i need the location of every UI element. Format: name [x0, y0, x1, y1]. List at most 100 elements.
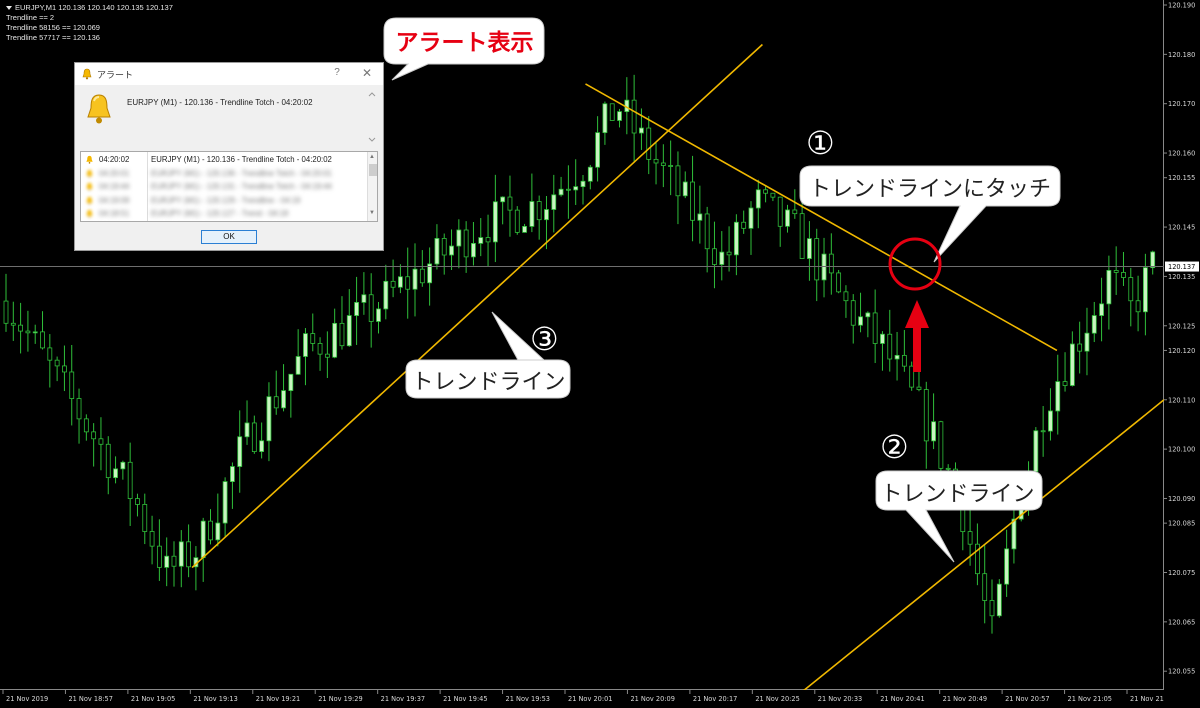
scroll-up-icon[interactable]: ▲: [369, 154, 375, 160]
candle: [332, 308, 338, 359]
candle: [251, 415, 257, 454]
candle: [916, 358, 922, 392]
candle: [105, 436, 111, 495]
x-tick-label: 21 Nov 19:13: [193, 695, 237, 703]
candle: [551, 174, 557, 233]
ok-button[interactable]: OK: [201, 230, 257, 244]
candle: [376, 301, 381, 334]
alert-row-time: 04:19:44: [99, 182, 130, 191]
candle: [763, 186, 768, 203]
candle: [273, 370, 279, 415]
candle: [770, 192, 776, 202]
candle: [449, 229, 454, 271]
candle: [398, 264, 403, 294]
candle: [777, 196, 783, 247]
alert-titlebar[interactable]: アラート ? ✕: [75, 63, 383, 85]
alert-list-row[interactable]: 04:20:01 EURJPY (M1) - 120.136 - Trendlin…: [81, 167, 367, 180]
candle: [653, 142, 659, 185]
bell-icon: [86, 196, 93, 205]
candle: [828, 233, 834, 295]
candle: [113, 456, 118, 484]
candle: [390, 259, 396, 298]
help-button[interactable]: ?: [331, 67, 343, 78]
candle: [208, 509, 213, 545]
candle: [850, 294, 856, 344]
candle: [1069, 331, 1075, 387]
y-tick-label: 120.085: [1168, 520, 1195, 528]
candle: [901, 329, 907, 372]
candle: [383, 264, 389, 320]
list-scrollbar[interactable]: ▲ ▼: [367, 152, 377, 221]
candle: [193, 546, 199, 591]
candle: [76, 388, 82, 444]
candle: [1077, 321, 1083, 374]
chart-area[interactable]: EURJPY,M1 120.136 120.140 120.135 120.13…: [0, 0, 1164, 690]
candle: [135, 493, 140, 517]
scroll-thumb[interactable]: [369, 164, 377, 176]
alert-message: EURJPY (M1) - 120.136 - Trendline Totch …: [127, 98, 313, 107]
candle: [178, 530, 184, 588]
candle: [500, 196, 506, 225]
indicator-line: Trendline == 2: [6, 13, 55, 22]
candle: [339, 296, 345, 350]
candle: [858, 292, 863, 333]
candle: [843, 285, 849, 318]
x-tick-label: 21 Nov 19:45: [443, 695, 487, 703]
candle: [288, 373, 294, 418]
candle: [1113, 246, 1119, 295]
alert-list-row[interactable]: 04:20:02 EURJPY (M1) - 120.136 - Trendlin…: [81, 153, 367, 166]
alert-list-row[interactable]: 04:18:51 EURJPY (M1) - 120.127 - Trend - …: [81, 207, 367, 220]
alert-label: アラート表示: [395, 30, 534, 56]
candle: [1048, 388, 1053, 441]
candle: [704, 206, 710, 273]
candle: [281, 364, 286, 412]
menu-arrow-icon[interactable]: [6, 6, 12, 11]
alert-row-message: EURJPY (M1) - 120.129 - Trendline - 04:1…: [151, 195, 301, 205]
price-axis: 120.190 120.180 120.170 120.160 120.155 120.1…: [1164, 0, 1200, 690]
candle: [295, 329, 301, 375]
alert-dialog[interactable]: アラート ? ✕ EURJPY (M1) - 120.136 - Trendli…: [74, 62, 384, 251]
y-tick-label: 120.145: [1168, 224, 1195, 232]
alert-list-row[interactable]: 04:19:09 EURJPY (M1) - 120.129 - Trendlin…: [81, 194, 367, 207]
alert-message-area: EURJPY (M1) - 120.136 - Trendline Totch …: [75, 85, 383, 147]
candle: [536, 195, 542, 240]
candle: [880, 331, 885, 371]
message-scrollbar[interactable]: [367, 91, 377, 143]
chart-info: EURJPY,M1 120.136 120.140 120.135 120.13…: [6, 3, 173, 43]
x-tick-label: 21 Nov 19:53: [506, 695, 550, 703]
scroll-down-icon[interactable]: ▼: [369, 210, 375, 216]
candle: [1055, 354, 1061, 435]
candle: [1011, 507, 1017, 564]
candle: [975, 523, 980, 586]
candle: [1099, 277, 1104, 342]
x-tick-label: 21 Nov 21:13: [1130, 695, 1164, 703]
candle: [719, 231, 725, 281]
bell-icon: [87, 94, 111, 124]
trendline-2: [803, 399, 1164, 690]
candle: [47, 334, 53, 388]
candle: [996, 579, 1002, 618]
bell-icon: [86, 182, 93, 191]
alert-list-row[interactable]: 04:19:44 EURJPY (M1) - 120.131 - Trendlin…: [81, 180, 367, 193]
candle: [427, 247, 433, 306]
candle: [565, 165, 571, 219]
close-button[interactable]: ✕: [360, 66, 374, 80]
candle: [215, 493, 221, 547]
candle: [25, 310, 31, 352]
candle: [909, 361, 915, 391]
marker-2: ②: [880, 428, 909, 466]
candle: [836, 269, 842, 294]
candle: [938, 420, 944, 483]
candle: [478, 218, 484, 257]
y-tick-label: 120.180: [1168, 51, 1195, 59]
axis-corner: [1164, 690, 1200, 708]
candle: [1004, 529, 1010, 597]
candle: [463, 221, 469, 273]
alert-history-list[interactable]: 04:20:02 EURJPY (M1) - 120.136 - Trendlin…: [80, 151, 378, 222]
x-tick-label: 21 Nov 20:09: [630, 695, 674, 703]
y-tick-label: 120.055: [1168, 668, 1195, 676]
y-tick-label: 120.170: [1168, 100, 1195, 108]
candle: [558, 176, 564, 197]
candle: [127, 442, 133, 526]
candle: [3, 273, 9, 332]
